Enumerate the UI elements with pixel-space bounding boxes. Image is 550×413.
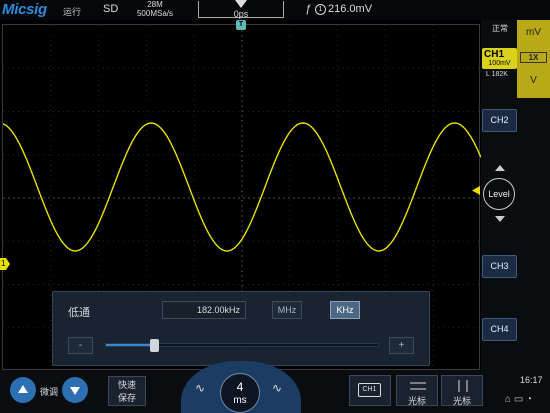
decrease-button[interactable]: - <box>68 337 93 354</box>
memory-depth: 28M <box>147 0 163 9</box>
run-status[interactable]: 运行 <box>63 5 81 18</box>
unit-v[interactable]: V <box>517 75 550 86</box>
ch1-scale: 100mV <box>488 60 511 67</box>
unit-khz-button[interactable]: KHz <box>330 301 360 319</box>
trigger-source[interactable]: 1 <box>315 4 326 15</box>
ch3-button[interactable]: CH3 <box>482 255 517 278</box>
ch1-label: CH1 <box>484 49 505 60</box>
status-text: 正常 <box>492 24 508 33</box>
sine-right-icon[interactable]: ∿ <box>272 381 282 395</box>
sine-left-icon[interactable]: ∿ <box>195 381 205 395</box>
filter-title: 低通 <box>68 307 90 319</box>
filter-frequency-field[interactable]: 182.00kHz <box>162 301 246 319</box>
probe-ratio[interactable]: 1X <box>520 52 547 63</box>
trigger-level[interactable]: 216.0mV <box>328 3 372 15</box>
trigger-time-marker[interactable]: T <box>236 20 246 30</box>
menu-icons[interactable]: ⌂ ▭ ◔ <box>505 394 532 405</box>
ch1-bandwidth: L 182K <box>486 71 508 78</box>
lowpass-filter-panel: 低通 182.00kHz MHz KHz - + <box>52 291 430 366</box>
acquisition-mode[interactable]: SD <box>103 3 118 15</box>
vertical-cursor-button[interactable]: 光标 <box>441 375 483 406</box>
ch2-button[interactable]: CH2 <box>482 109 517 132</box>
trigger-position: 0ps <box>233 9 249 19</box>
level-control[interactable]: Level <box>483 165 517 223</box>
brand-logo: Micsig <box>2 1 47 18</box>
slider-handle[interactable] <box>150 339 160 352</box>
ch1-select-button[interactable]: CH1 <box>349 375 391 406</box>
ch1-button[interactable]: CH1 100mV <box>482 48 517 69</box>
horizontal-cursor-button[interactable]: 光标 <box>396 375 438 406</box>
level-down-icon[interactable] <box>495 216 505 222</box>
timebase-value: 4 <box>236 380 244 394</box>
sample-rate: 500MSa/s <box>136 9 174 18</box>
memory-info[interactable]: 28M 500MSa/s <box>128 0 182 18</box>
ch4-button[interactable]: CH4 <box>482 318 517 341</box>
level-up-icon[interactable] <box>495 165 505 171</box>
vertical-cursor-icon <box>458 380 468 392</box>
quick-save-line1: 快速 <box>117 380 136 390</box>
horizontal-cursor-icon <box>410 382 426 390</box>
fine-up-button[interactable] <box>10 377 36 403</box>
unit-selector[interactable]: mV 1X V <box>517 20 550 98</box>
fine-adjust-label: 微调 <box>40 387 59 397</box>
rising-edge-icon[interactable]: ƒ <box>305 3 311 15</box>
clock: 16:17 <box>520 375 543 385</box>
fine-down-button[interactable] <box>62 377 88 403</box>
ch1-select-label: CH1 <box>358 383 381 397</box>
cursor-label-2: 光标 <box>452 396 471 406</box>
increase-button[interactable]: + <box>389 337 414 354</box>
timebase-unit: ms <box>233 395 247 406</box>
quick-save-button[interactable]: 快速 保存 <box>108 376 146 406</box>
slider-fill <box>106 344 156 346</box>
unit-mv[interactable]: mV <box>517 27 550 38</box>
quick-save-line2: 保存 <box>117 393 136 403</box>
frequency-slider[interactable] <box>105 343 379 347</box>
unit-mhz-button[interactable]: MHz <box>272 301 302 319</box>
timebase-display[interactable]: 4 ms <box>220 373 260 413</box>
cursor-label-1: 光标 <box>407 396 426 406</box>
level-button[interactable]: Level <box>483 178 515 210</box>
top-status-bar: Micsig 运行 SD 28M 500MSa/s 0ps ƒ 1 216.0m… <box>0 0 550 20</box>
